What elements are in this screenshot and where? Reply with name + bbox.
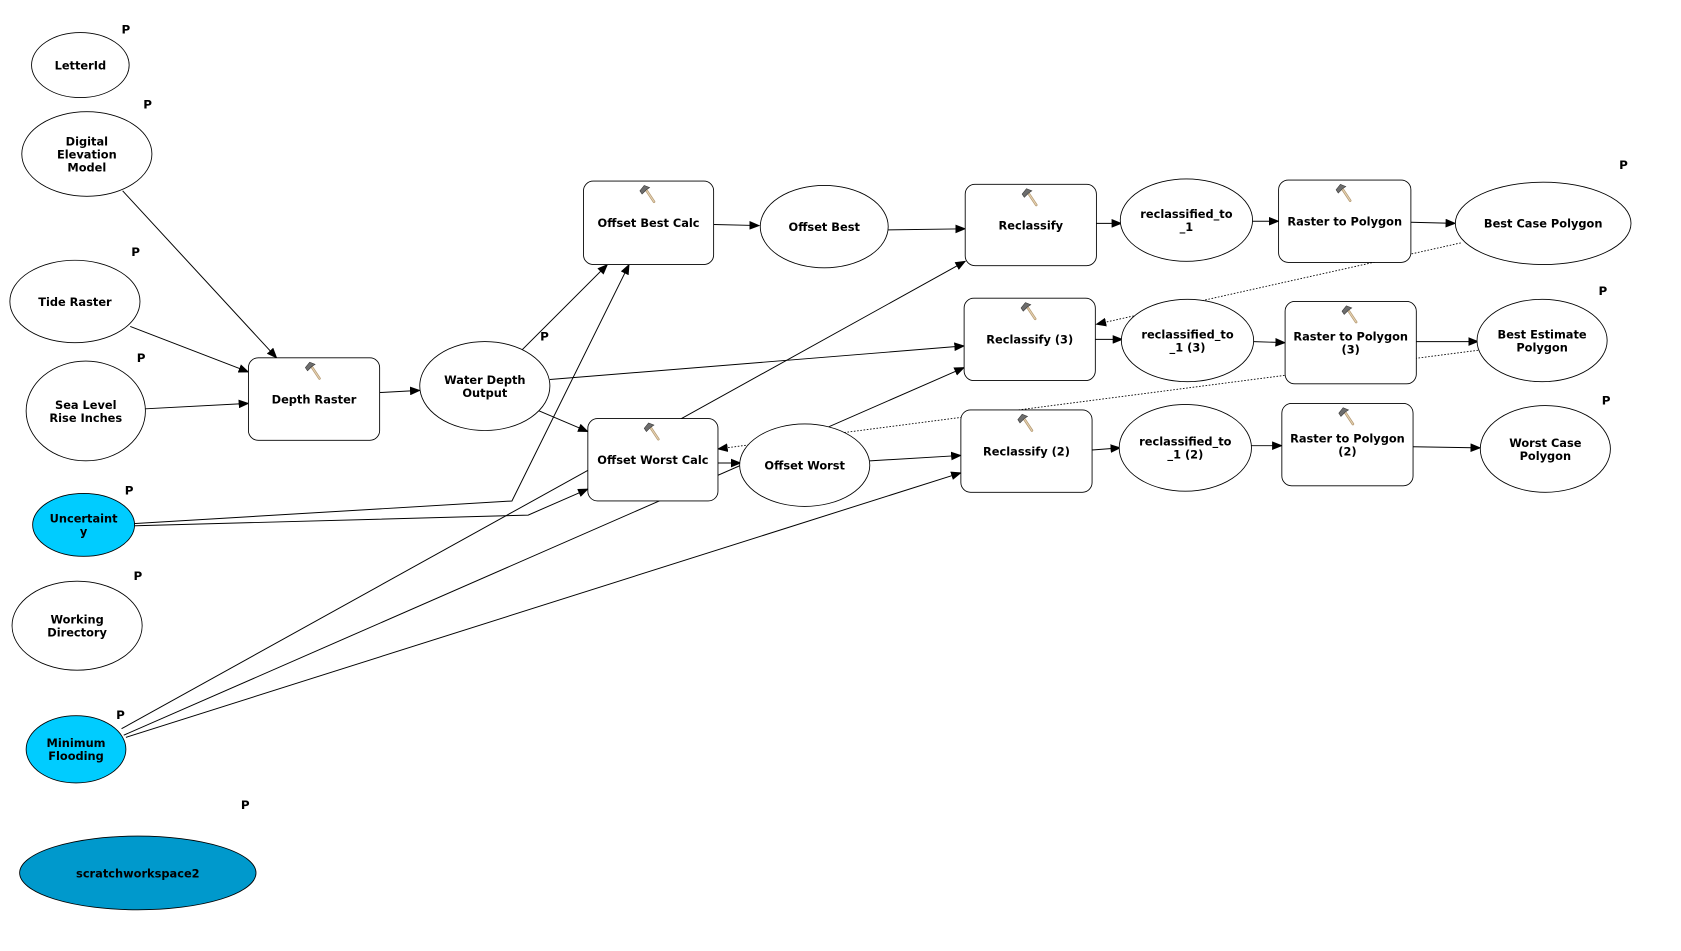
- parameter-marker: P: [122, 23, 131, 37]
- connector-tide-to-depthRaster[interactable]: [130, 325, 250, 373]
- connector-rtp2-to-worstCase[interactable]: [1413, 443, 1482, 453]
- node-label: Polygon: [1520, 449, 1572, 463]
- node-label: Water Depth: [444, 373, 525, 387]
- connector-waterDepth-to-reclassify3[interactable]: [549, 342, 966, 381]
- node-label: Best Case Polygon: [1484, 217, 1603, 231]
- parameter-marker: P: [133, 569, 142, 583]
- parameter-marker: P: [540, 329, 549, 343]
- tool-rtp[interactable]: Raster to Polygon: [1278, 179, 1412, 263]
- parameter-marker: P: [116, 708, 125, 722]
- connector-slr-to-depthRaster[interactable]: [145, 399, 250, 410]
- node-label: Offset Best Calc: [598, 216, 700, 230]
- tool-reclassify2[interactable]: Reclassify (2): [960, 409, 1093, 493]
- parameter-marker: P: [125, 483, 134, 497]
- node-label: Reclassify (2): [983, 444, 1070, 458]
- variable-reclass13[interactable]: reclassified_to_1 (3): [1120, 298, 1255, 383]
- variable-slr[interactable]: Sea LevelRise Inches P: [25, 351, 146, 462]
- connector-offsetBest-to-reclassify[interactable]: [888, 224, 967, 234]
- tool-offsetWorstCalc[interactable]: Offset Worst Calc: [587, 418, 719, 502]
- parameter-marker: P: [143, 97, 152, 111]
- connector-reclass13-to-rtp3[interactable]: [1253, 337, 1287, 347]
- parameter-marker: P: [1619, 158, 1628, 172]
- model-diagram[interactable]: LetterIdPDigitalElevationModelPTide Rast…: [0, 0, 1681, 951]
- connector-minflood-to-reclassify2[interactable]: [125, 471, 962, 738]
- node-label: Uncertaint: [50, 512, 119, 526]
- parameter-marker: P: [1598, 284, 1607, 298]
- connector-uncertainty-to-offsetWorstCalc[interactable]: [131, 488, 589, 527]
- variable-scratch[interactable]: scratchworkspace2 P: [19, 798, 257, 911]
- variable-reclass1[interactable]: reclassified_to_1: [1119, 178, 1253, 262]
- node-label: Offset Worst: [764, 459, 845, 473]
- variable-bestCase[interactable]: Best Case Polygon P: [1454, 158, 1632, 266]
- node-label: Offset Worst Calc: [597, 453, 708, 467]
- node-label: Best Estimate: [1498, 327, 1587, 341]
- variable-bestEst[interactable]: Best EstimatePolygon P: [1476, 284, 1608, 383]
- connector-rtp-to-bestCase[interactable]: [1410, 218, 1457, 228]
- variable-offsetBest[interactable]: Offset Best: [759, 184, 889, 269]
- parameter-marker: P: [131, 245, 140, 259]
- connector-uncertainty-to-offsetBestCalc[interactable]: [131, 263, 630, 525]
- node-label: _1: [1180, 220, 1194, 235]
- connector-offsetWorst-to-reclassify2[interactable]: [869, 451, 962, 462]
- node-label: Reclassify (3): [986, 333, 1073, 347]
- node-label: Model: [67, 160, 106, 174]
- node-label: Raster to Polygon: [1287, 215, 1402, 229]
- variable-uncertainty[interactable]: Uncertainty P: [32, 483, 136, 557]
- variable-letterid[interactable]: LetterId P: [31, 23, 131, 99]
- node-label: Rise Inches: [49, 411, 122, 425]
- node-label: Sea Level: [55, 398, 117, 412]
- parameter-marker: P: [137, 351, 146, 365]
- node-label: scratchworkspace2: [76, 866, 200, 880]
- model-canvas[interactable]: LetterId P Digital Elevation Model P Tide Rast…: [0, 0, 1681, 951]
- node-label: Working: [50, 613, 103, 627]
- node-label: (3): [1342, 343, 1360, 357]
- node-label: Raster to Polygon: [1293, 329, 1408, 343]
- node-label: Offset Best: [789, 220, 861, 234]
- connector-waterDepth-to-offsetWorstCalc[interactable]: [536, 409, 589, 433]
- tool-offsetBestCalc[interactable]: Offset Best Calc: [583, 180, 715, 266]
- parameter-marker: P: [1602, 393, 1611, 407]
- node-label: Digital: [66, 134, 108, 148]
- tool-depthRaster[interactable]: Depth Raster: [247, 357, 381, 441]
- connector-reclassify2-to-reclass12[interactable]: [1092, 444, 1122, 453]
- variable-dem[interactable]: DigitalElevationModel P: [21, 97, 153, 197]
- variable-worstCase[interactable]: Worst CasePolygon P: [1479, 393, 1611, 493]
- variable-minflood[interactable]: MinimumFlooding P: [25, 708, 127, 784]
- node-label: y: [80, 525, 88, 539]
- tool-rtp2[interactable]: Raster to Polygon(2): [1281, 402, 1414, 487]
- variable-tide[interactable]: Tide Raster P: [9, 245, 141, 344]
- tool-reclassify[interactable]: Reclassify: [964, 183, 1097, 267]
- connector-depthRaster-to-waterDepth[interactable]: [379, 386, 421, 396]
- node-label: _1 (3): [1170, 340, 1206, 355]
- variable-waterDepth[interactable]: Water DepthOutput P: [419, 329, 551, 431]
- variable-workdir[interactable]: WorkingDirectory P: [11, 569, 143, 671]
- node-label: Polygon: [1516, 340, 1568, 354]
- node-label: Directory: [47, 626, 107, 640]
- node-label: Flooding: [48, 749, 104, 763]
- connector-offsetBestCalc-to-offsetBest[interactable]: [713, 220, 761, 230]
- variable-offsetWorst[interactable]: Offset Worst: [739, 423, 871, 507]
- node-label: Worst Case: [1509, 436, 1582, 450]
- node-label: Minimum: [46, 736, 105, 750]
- node-label: _1 (2): [1167, 448, 1203, 463]
- node-label: Reclassify: [999, 218, 1064, 232]
- nodes: LetterIdPDigitalElevationModelPTide Rast…: [9, 23, 1632, 911]
- tool-rtp3[interactable]: Raster to Polygon(3): [1284, 301, 1417, 385]
- node-label: Raster to Polygon: [1290, 431, 1405, 445]
- parameter-marker: P: [241, 798, 250, 812]
- node-label: Output: [462, 386, 507, 400]
- node-label: (2): [1338, 444, 1356, 458]
- connector-waterDepth-to-offsetBestCalc[interactable]: [520, 263, 609, 352]
- node-label: Elevation: [57, 147, 117, 161]
- node-label: LetterId: [55, 58, 107, 72]
- tool-reclassify3[interactable]: Reclassify (3): [963, 297, 1096, 382]
- node-label: Tide Raster: [38, 295, 112, 309]
- variable-reclass12[interactable]: reclassified_to_1 (2): [1118, 404, 1252, 492]
- node-label: Depth Raster: [272, 392, 357, 406]
